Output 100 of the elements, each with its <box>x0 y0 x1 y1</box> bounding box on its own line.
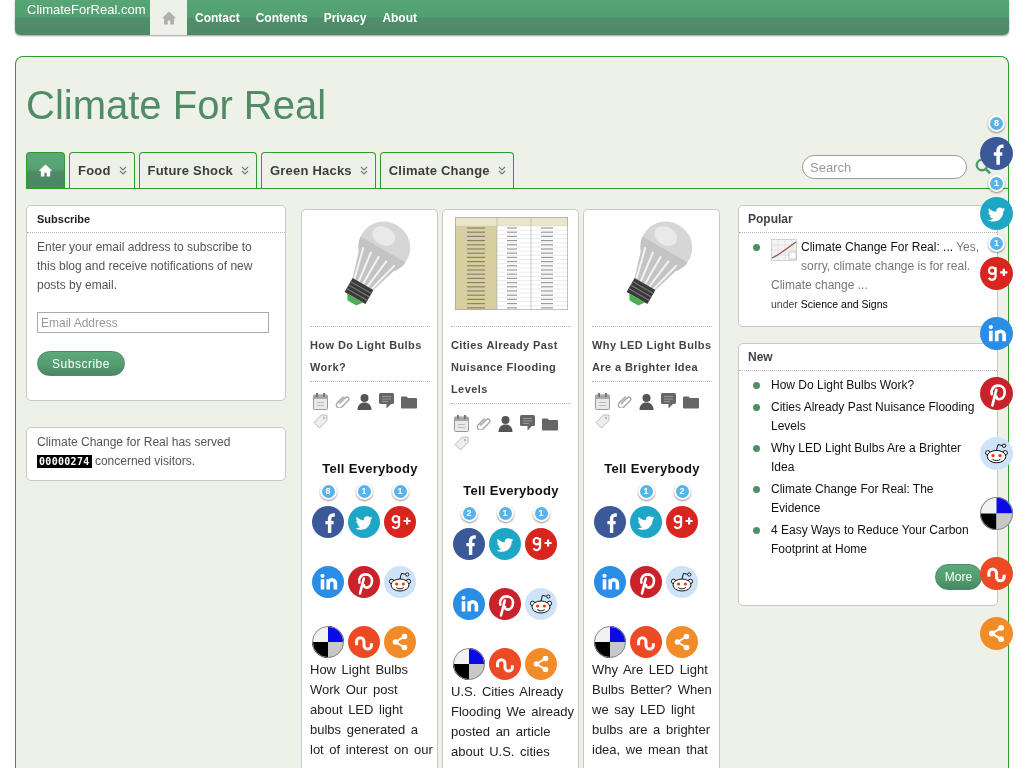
folder-icon[interactable] <box>401 395 417 409</box>
site-title: Climate For Real <box>26 85 327 125</box>
paperclip-icon[interactable] <box>335 393 350 408</box>
share-count-badge: 2 <box>673 483 691 500</box>
delicious-icon[interactable] <box>453 648 485 680</box>
twitter-icon[interactable] <box>630 506 662 538</box>
calendar-icon[interactable] <box>313 393 328 410</box>
person-icon[interactable] <box>498 415 513 432</box>
pinterest-icon[interactable] <box>980 377 1013 410</box>
popular-post-link[interactable]: Climate Change For Real: ... <box>801 240 954 254</box>
new-post-link[interactable]: Climate Change For Real: The Evidence <box>771 480 981 518</box>
speech-bubble-icon[interactable] <box>661 393 676 409</box>
visitor-counter: 00000274 <box>37 455 92 468</box>
category-link[interactable]: Science and Signs <box>800 298 888 310</box>
pinterest-icon[interactable] <box>630 566 662 598</box>
pinterest-icon[interactable] <box>489 588 521 620</box>
share-count-badge: 1 <box>496 505 514 522</box>
nav-link[interactable]: Contact <box>187 0 248 35</box>
share-count-badge: 1 <box>355 483 373 500</box>
category-tab[interactable]: Future Shock <box>138 152 258 188</box>
reddit-icon[interactable] <box>525 588 557 620</box>
category-prefix: under <box>771 298 798 310</box>
reddit-icon[interactable] <box>980 437 1013 470</box>
nav-link[interactable]: Contents <box>247 0 316 35</box>
subscribe-description: Enter your email address to subscribe to this blog and receive notifications of new posts by email. <box>37 239 254 294</box>
facebook-icon[interactable] <box>453 528 485 560</box>
nav-link[interactable]: Privacy <box>315 0 375 35</box>
new-post-link[interactable]: 4 Easy Ways to Reduce Your Carbon Footprint at Home <box>771 521 981 559</box>
post-excerpt: Why Are LED Light Bulbs Better? When we say LED light bulbs are a brighter idea, we mean that <box>592 661 713 759</box>
bullet-icon <box>753 445 760 452</box>
folder-icon[interactable] <box>683 395 699 409</box>
bullet-icon <box>753 486 760 493</box>
facebook-icon[interactable] <box>594 506 626 538</box>
bullet-icon <box>753 404 760 411</box>
post-excerpt: U.S. Cities Already Flooding We already posted an article about U.S. cities <box>451 683 575 761</box>
new-post-link[interactable]: How Do Light Bulbs Work? <box>771 376 915 395</box>
twitter-icon[interactable] <box>348 506 380 538</box>
share-count-badge: 1 <box>532 505 550 522</box>
post-excerpt: How Light Bulbs Work Our post about LED light bulbs generated a lot of interest on our <box>310 661 434 759</box>
search-icon[interactable] <box>975 158 991 175</box>
stumbleupon-icon[interactable] <box>489 648 521 680</box>
facebook-icon[interactable] <box>312 506 344 538</box>
delicious-icon[interactable] <box>312 626 344 658</box>
graph-thumbnail[interactable] <box>771 239 797 261</box>
stumbleupon-icon[interactable] <box>630 626 662 658</box>
folder-icon[interactable] <box>542 417 558 431</box>
share-heading: Tell Everybody <box>463 482 559 500</box>
calendar-icon[interactable] <box>595 393 610 410</box>
house-icon <box>160 9 177 26</box>
category-tab[interactable]: Green Hacks <box>261 152 376 188</box>
share-heading: Tell Everybody <box>322 460 418 478</box>
post-title[interactable]: How Do Light Bulbs Work? <box>310 334 430 378</box>
google-plus-icon[interactable] <box>980 257 1013 290</box>
paperclip-icon[interactable] <box>476 415 491 430</box>
stumbleupon-icon[interactable] <box>980 557 1013 590</box>
share-count-badge: 8 <box>319 483 337 500</box>
post-title[interactable]: Why LED Light Bulbs Are a Brighter Idea <box>592 334 712 378</box>
person-icon[interactable] <box>357 393 372 410</box>
home-tab[interactable] <box>26 152 65 188</box>
google-plus-icon[interactable] <box>525 528 557 560</box>
twitter-icon[interactable] <box>980 197 1013 230</box>
nav-link[interactable]: About <box>374 0 426 35</box>
reddit-icon[interactable] <box>384 566 416 598</box>
pinterest-icon[interactable] <box>348 566 380 598</box>
paperclip-icon[interactable] <box>617 393 632 408</box>
linkedin-icon[interactable] <box>453 588 485 620</box>
stumbleupon-icon[interactable] <box>348 626 380 658</box>
delicious-icon[interactable] <box>594 626 626 658</box>
linkedin-icon[interactable] <box>980 317 1013 350</box>
category-tab[interactable]: Food <box>69 152 135 188</box>
speech-bubble-icon[interactable] <box>379 393 394 409</box>
share-heading: Tell Everybody <box>604 460 700 478</box>
new-post-link[interactable]: Why LED Light Bulbs Are a Brighter Idea <box>771 439 981 477</box>
person-icon[interactable] <box>639 393 654 410</box>
bullet-icon <box>753 244 760 251</box>
category-tab[interactable]: Climate Change <box>379 152 514 188</box>
share-count-badge: 2 <box>460 505 478 522</box>
bullet-icon <box>753 527 760 534</box>
widget-title: Subscribe <box>27 206 285 233</box>
delicious-icon[interactable] <box>980 497 1013 530</box>
linkedin-icon[interactable] <box>594 566 626 598</box>
new-post-link[interactable]: Cities Already Past Nuisance Flooding Levels <box>771 398 981 436</box>
google-plus-icon[interactable] <box>384 506 416 538</box>
house-icon <box>38 163 53 178</box>
share-count-badge: 1 <box>637 483 655 500</box>
search-field[interactable]: Search <box>802 155 967 179</box>
linkedin-icon[interactable] <box>312 566 344 598</box>
share-count-badge: 1 <box>391 483 409 500</box>
speech-bubble-icon[interactable] <box>520 415 535 431</box>
bullet-icon <box>753 382 760 389</box>
visitor-count-text: Climate Change for Real has served <box>37 435 231 449</box>
google-plus-icon[interactable] <box>666 506 698 538</box>
post-title[interactable]: Cities Already Past Nuisance Flooding Levels <box>451 334 571 400</box>
data-table-image[interactable] <box>454 217 568 310</box>
visitor-count-text: concerned visitors. <box>94 454 195 468</box>
email-field[interactable]: Email Address <box>37 312 269 333</box>
twitter-icon[interactable] <box>489 528 521 560</box>
facebook-icon[interactable] <box>980 137 1013 170</box>
calendar-icon[interactable] <box>454 415 469 432</box>
reddit-icon[interactable] <box>666 566 698 598</box>
